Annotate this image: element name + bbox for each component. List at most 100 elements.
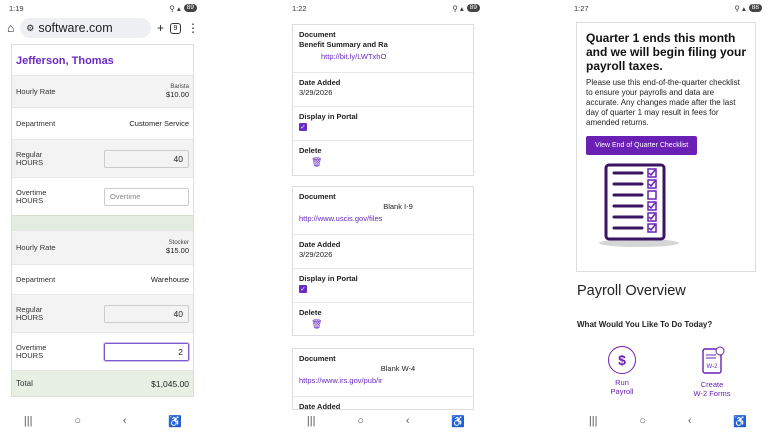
recents-icon[interactable]: ||| (307, 415, 316, 427)
regular-hours-row: Regular HOURS 40 (12, 139, 193, 177)
document-card: Document Blank I-9 http://www.uscis.gov/… (292, 186, 474, 336)
browser-toolbar: ⌂ ⚙ software.com + 9 ⋮ (3, 16, 203, 40)
create-w2-label-2: W-2 Forms (693, 389, 731, 398)
home-icon[interactable]: ⌂ (7, 21, 14, 35)
display-portal-section: Display in Portal ✓ (293, 107, 473, 141)
display-portal-label: Display in Portal (299, 112, 358, 121)
display-portal-checkbox[interactable]: ✓ (299, 123, 307, 131)
phone-screen-dashboard: 1:27 ⚲ ▴ 88 Quarter 1 ends this month an… (568, 0, 768, 432)
phone-screen-timesheet: 1:19 ⚲ ▴ 89 ⌂ ⚙ software.com + 9 ⋮ Jeffe… (3, 0, 203, 432)
date-added-value: 3/29/2026 (299, 88, 333, 97)
android-nav-bar: ||| ○ ‹ ♿ (3, 410, 203, 432)
w2-form-icon[interactable]: W-2 (698, 346, 726, 376)
document-card: Document Benefit Summary and Ra http://b… (292, 24, 474, 176)
back-icon[interactable]: ‹ (688, 415, 692, 427)
quarter-notice-title: Quarter 1 ends this month and we will be… (586, 31, 747, 73)
hourly-rate-row: Hourly Rate Barista $10.00 (12, 75, 193, 107)
document-label: Document (299, 30, 336, 39)
hourly-rate-row: Hourly Rate Stocker $15.00 (12, 230, 193, 264)
regular-hours-input[interactable]: 40 (104, 149, 189, 168)
back-icon[interactable]: ‹ (123, 415, 127, 427)
document-name: Blank W-4 (380, 364, 416, 373)
date-added-label: Date Added (299, 240, 341, 249)
home-nav-icon[interactable]: ○ (357, 415, 364, 427)
job-separator (12, 215, 193, 230)
department-row: Department Customer Service (12, 107, 193, 139)
tab-count-icon[interactable]: 9 (170, 22, 181, 34)
document-label: Document (299, 354, 336, 363)
accessibility-icon[interactable]: ♿ (733, 415, 747, 428)
accessibility-icon[interactable]: ♿ (168, 415, 182, 428)
document-section: Document Benefit Summary and Ra http://b… (293, 25, 473, 73)
regular-hours-input[interactable]: 40 (104, 304, 189, 323)
date-added-label: Date Added (299, 402, 341, 410)
rate-value: $10.00 (166, 90, 189, 99)
department-row: Department Warehouse (12, 264, 193, 294)
delete-section: Delete 🗑 (293, 303, 473, 335)
display-portal-checkbox[interactable]: ✓ (299, 285, 307, 293)
document-section: Document Blank W-4 https://www.irs.gov/p… (293, 349, 473, 397)
department-label: Department (16, 275, 56, 284)
total-value: $1,045.00 (151, 378, 189, 389)
overtime-hours-row: Overtime HOURS 2 (12, 332, 193, 370)
overtime-hours-row: Overtime HOURS Overtime (12, 177, 193, 215)
trash-icon[interactable]: 🗑 (311, 319, 322, 329)
back-icon[interactable]: ‹ (406, 415, 410, 427)
url-text: software.com (38, 21, 113, 35)
battery-icon: 89 (183, 4, 197, 12)
date-added-section: Date Added 3/29/2026 (293, 235, 473, 269)
recents-icon[interactable]: ||| (24, 415, 33, 427)
run-payroll-label-2: Payroll (610, 387, 634, 396)
overtime-hours-label: Overtime HOURS (16, 342, 47, 360)
payroll-overview-title: Payroll Overview (577, 283, 686, 299)
status-bar: 1:27 ⚲ ▴ 88 (568, 0, 768, 16)
run-payroll-action[interactable]: $ Run Payroll (592, 346, 652, 396)
employee-name[interactable]: Jefferson, Thomas (12, 45, 193, 75)
document-link[interactable]: http://www.uscis.gov/files (299, 214, 467, 223)
total-row: Total $1,045.00 (12, 370, 193, 396)
document-label: Document (299, 192, 336, 201)
document-section: Document Blank I-9 http://www.uscis.gov/… (293, 187, 473, 235)
employee-card: Jefferson, Thomas Hourly Rate Barista $10… (11, 44, 194, 397)
android-nav-bar: ||| ○ ‹ ♿ (286, 410, 486, 432)
document-card: Document Blank W-4 https://www.irs.gov/p… (292, 348, 474, 410)
recents-icon[interactable]: ||| (589, 415, 598, 427)
home-nav-icon[interactable]: ○ (639, 415, 646, 427)
hourly-rate-label: Hourly Rate (16, 243, 56, 252)
payroll-overview-subtitle: What Would You Like To Do Today? (577, 320, 713, 329)
svg-text:W-2: W-2 (707, 364, 719, 370)
document-link[interactable]: https://www.irs.gov/pub/ir (299, 376, 467, 385)
date-added-value: 3/29/2026 (299, 250, 333, 259)
accessibility-icon[interactable]: ♿ (451, 415, 465, 428)
create-w2-action[interactable]: W-2 Create W-2 Forms (682, 346, 742, 398)
status-time: 1:27 (574, 3, 589, 13)
signal-icon: ⚲ ▴ (169, 3, 181, 13)
overtime-hours-input[interactable]: Overtime (104, 187, 189, 206)
dollar-icon[interactable]: $ (608, 346, 636, 374)
status-bar: 1:19 ⚲ ▴ 89 (3, 0, 203, 16)
date-added-label: Date Added (299, 78, 341, 87)
display-portal-section: Display in Portal ✓ (293, 269, 473, 303)
overtime-hours-label: Overtime HOURS (16, 187, 47, 205)
regular-hours-label: Regular HOURS (16, 149, 44, 167)
quarter-notice-body: Please use this end-of-the-quarter check… (586, 78, 740, 127)
quarter-notice-card: Quarter 1 ends this month and we will be… (576, 22, 756, 272)
battery-icon: 89 (466, 4, 480, 12)
regular-hours-label: Regular HOURS (16, 304, 44, 322)
address-bar[interactable]: ⚙ software.com (20, 18, 151, 38)
trash-icon[interactable]: 🗑 (311, 157, 322, 167)
home-nav-icon[interactable]: ○ (74, 415, 81, 427)
status-bar: 1:22 ⚲ ▴ 89 (286, 0, 486, 16)
document-name: Benefit Summary and Ra (299, 40, 388, 49)
document-name: Blank I-9 (383, 202, 413, 211)
site-settings-icon[interactable]: ⚙ (26, 23, 34, 34)
new-tab-icon[interactable]: + (157, 21, 164, 35)
run-payroll-label-1: Run (615, 378, 629, 387)
overtime-hours-input[interactable]: 2 (104, 342, 189, 361)
menu-icon[interactable]: ⋮ (187, 21, 199, 35)
document-link[interactable]: http://bit.ly/LWTxhO (321, 52, 467, 61)
view-checklist-button[interactable]: View End of Quarter Checklist (586, 136, 698, 155)
signal-icon: ⚲ ▴ (452, 3, 464, 13)
android-nav-bar: ||| ○ ‹ ♿ (568, 410, 768, 432)
department-label: Department (16, 119, 56, 128)
